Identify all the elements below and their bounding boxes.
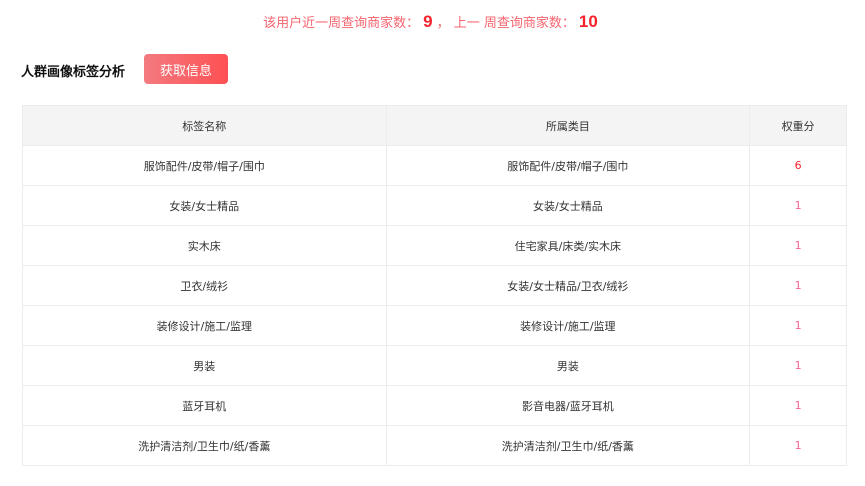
- category-cell: 影音电器/蓝牙耳机: [385, 385, 751, 426]
- tag-name-cell: 实木床: [22, 225, 387, 266]
- tag-table: 标签名称 所属类目 权重分 服饰配件/皮带/帽子/围巾 服饰配件/皮带/帽子/围巾…: [22, 105, 847, 466]
- summary-label: 该用户近一周查询商家数：: [263, 16, 420, 31]
- table-row: 蓝牙耳机 影音电器/蓝牙耳机 1: [22, 385, 847, 426]
- header-tag-name: 标签名称: [22, 105, 387, 146]
- category-cell: 住宅家具/床类/实木床: [385, 225, 751, 266]
- weight-cell: 1: [749, 185, 847, 226]
- table-row: 卫衣/绒衫 女装/女士精品/卫衣/绒衫 1: [22, 265, 847, 306]
- weight-cell: 1: [749, 345, 847, 386]
- category-cell: 女装/女士精品: [385, 185, 751, 226]
- weight-cell: 1: [749, 385, 847, 426]
- query-summary: 该用户近一周查询商家数： 9， 上一 周查询商家数： 10: [0, 12, 865, 32]
- current-count: 9: [423, 12, 433, 31]
- weight-cell: 1: [749, 425, 847, 466]
- weight-cell: 1: [749, 265, 847, 306]
- weight-cell: 1: [749, 225, 847, 266]
- fetch-info-button[interactable]: 获取信息: [144, 54, 228, 84]
- weight-cell: 1: [749, 305, 847, 346]
- table-row: 装修设计/施工/监理 装修设计/施工/监理 1: [22, 305, 847, 346]
- tag-name-cell: 洗护清洁剂/卫生巾/纸/香薰: [22, 425, 387, 466]
- tag-name-cell: 男装: [22, 345, 387, 386]
- tag-name-cell: 装修设计/施工/监理: [22, 305, 387, 346]
- header-weight: 权重分: [749, 105, 847, 146]
- category-cell: 服饰配件/皮带/帽子/围巾: [385, 145, 751, 186]
- table-row: 服饰配件/皮带/帽子/围巾 服饰配件/皮带/帽子/围巾 6: [22, 145, 847, 186]
- previous-count: 10: [578, 12, 598, 31]
- tag-name-cell: 服饰配件/皮带/帽子/围巾: [22, 145, 387, 186]
- category-cell: 女装/女士精品/卫衣/绒衫: [385, 265, 751, 306]
- header-category: 所属类目: [385, 105, 751, 146]
- tag-name-cell: 蓝牙耳机: [22, 385, 387, 426]
- summary-middle: ， 上一 周查询商家数：: [436, 16, 575, 31]
- tag-name-cell: 卫衣/绒衫: [22, 265, 387, 306]
- tag-name-cell: 女装/女士精品: [22, 185, 387, 226]
- weight-cell: 6: [749, 145, 847, 186]
- category-cell: 洗护清洁剂/卫生巾/纸/香薰: [385, 425, 751, 466]
- section-title: 人群画像标签分析: [21, 65, 126, 80]
- table-row: 女装/女士精品 女装/女士精品 1: [22, 185, 847, 226]
- table-row: 洗护清洁剂/卫生巾/纸/香薰 洗护清洁剂/卫生巾/纸/香薰 1: [22, 425, 847, 466]
- category-cell: 男装: [385, 345, 751, 386]
- category-cell: 装修设计/施工/监理: [385, 305, 751, 346]
- table-row: 实木床 住宅家具/床类/实木床 1: [22, 225, 847, 266]
- table-row: 男装 男装 1: [22, 345, 847, 386]
